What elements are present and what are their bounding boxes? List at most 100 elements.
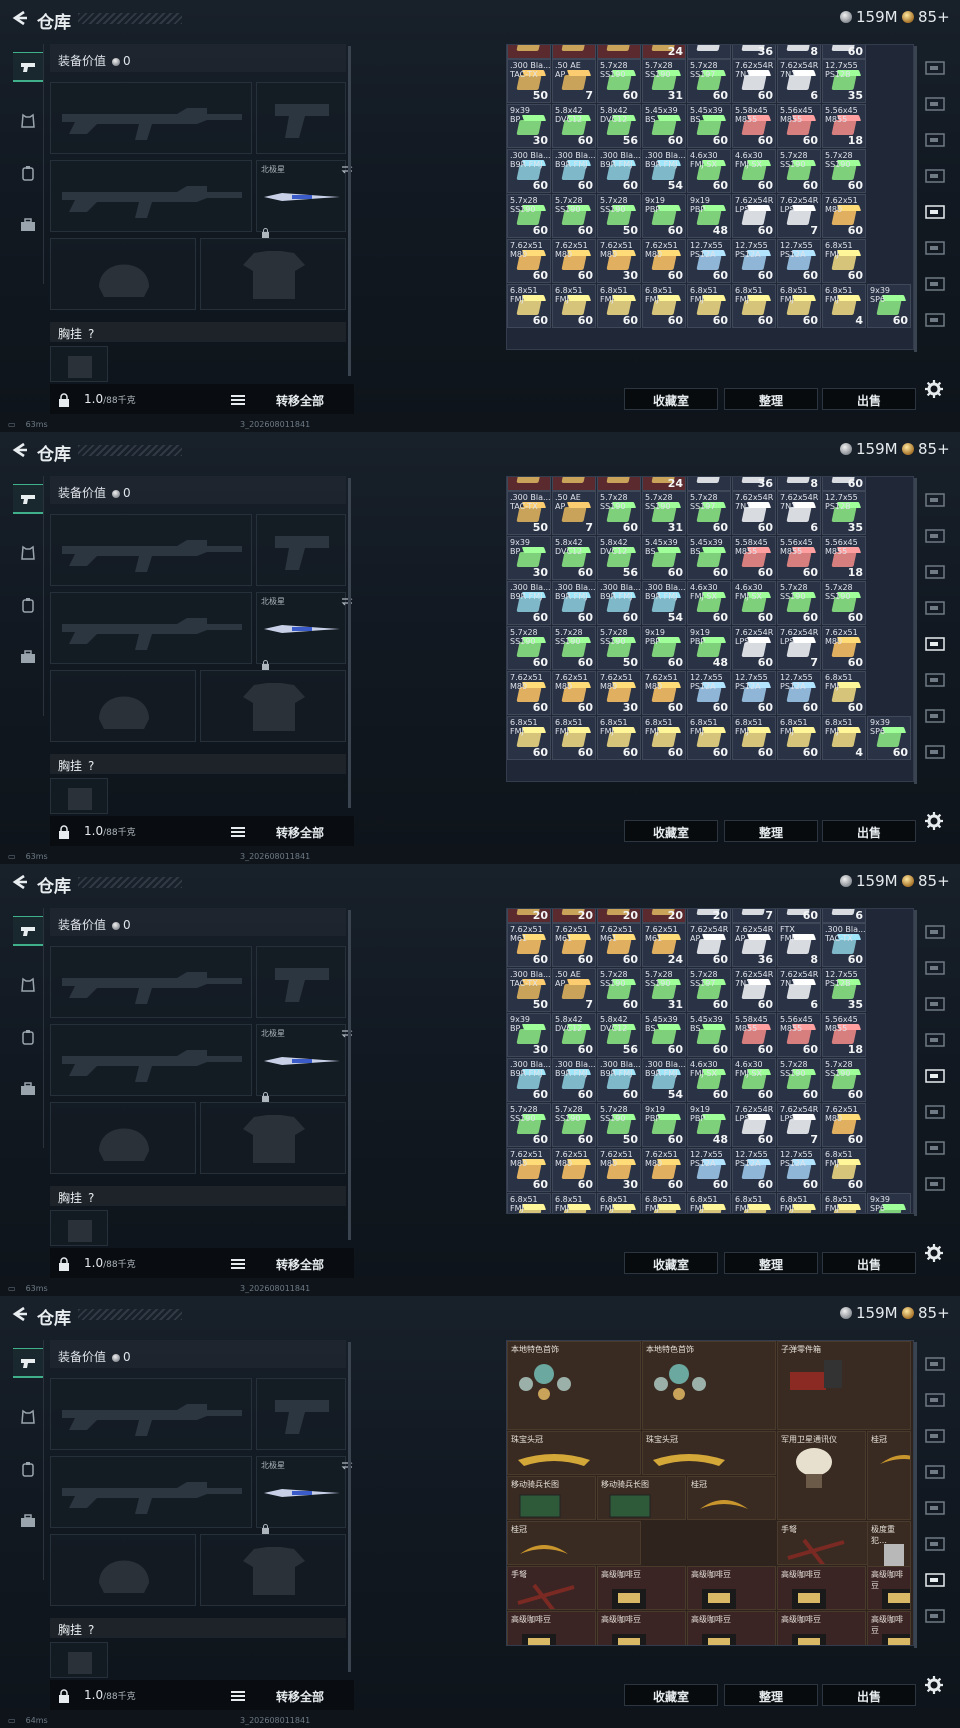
ammo-cell[interactable]: 5.45x39 BS 60 [642, 1013, 686, 1057]
stash-page-tab[interactable] [924, 238, 950, 262]
ammo-cell[interactable]: 8 [777, 45, 821, 59]
ammo-cell[interactable]: 5.56x45 M855 60 [777, 1013, 821, 1057]
nav-pistol[interactable] [13, 52, 43, 82]
ammo-cell[interactable]: 7.62x51 M80 60 [822, 194, 866, 238]
ammo-cell[interactable]: .300 Bla... B9R FMJ 60 [597, 1058, 641, 1102]
ammo-cell[interactable] [552, 45, 596, 59]
armor-slot[interactable] [200, 1102, 346, 1174]
ammo-cell[interactable]: 7.62x54R 7N1 6 [777, 968, 821, 1012]
ammo-cell[interactable]: 7.62x54R LPS 60 [732, 194, 776, 238]
transfer-all-button[interactable]: 转移全部 [276, 392, 324, 409]
ammo-cell[interactable]: 12.7x55 PS12A 60 [687, 1148, 731, 1192]
secondary-weapon-slot[interactable] [50, 160, 252, 232]
help-icon[interactable]: ? [88, 1623, 94, 1637]
helmet-slot[interactable] [50, 670, 196, 742]
loot-item[interactable]: 珠宝头冠 [642, 1431, 776, 1475]
loot-item[interactable]: 高级咖啡豆 [867, 1566, 911, 1610]
sell-button[interactable]: 出售 [822, 388, 916, 410]
armor-slot[interactable] [200, 1534, 346, 1606]
stash-page-tab[interactable] [924, 742, 950, 766]
ammo-cell[interactable]: 60 [822, 477, 866, 491]
ammo-cell[interactable]: 12.7x55 PS12A 60 [777, 239, 821, 283]
chest-rig-slot[interactable] [50, 346, 108, 382]
stash-page-tab[interactable] [924, 958, 950, 982]
ammo-cell[interactable]: 20 [642, 909, 686, 923]
ammo-cell[interactable]: 7.62x54R LPS 7 [777, 626, 821, 670]
ammo-cell[interactable]: 12.7x55 PS12A 60 [732, 1148, 776, 1192]
ammo-cell[interactable]: 7.62x51 M80 60 [822, 1103, 866, 1147]
stash-page-tab[interactable] [924, 562, 950, 586]
ammo-cell[interactable]: 7.62x54R LPS 7 [777, 194, 821, 238]
ammo-cell[interactable]: 5.58x45 M855 60 [732, 104, 776, 148]
loot-item[interactable]: 桂冠 [687, 1476, 776, 1520]
ammo-cell[interactable]: 6.8x51 FMJ 60 [552, 284, 596, 328]
ammo-cell[interactable]: 5.7x28 SS190 60 [552, 194, 596, 238]
ammo-cell[interactable]: 5.7x28 SS190 50 [597, 194, 641, 238]
ammo-cell[interactable]: 6.8x51 FMJ 60 [822, 671, 866, 715]
ammo-cell[interactable]: 5.8x42 DVC12 56 [597, 536, 641, 580]
ammo-cell[interactable]: .300 Bla... TAC-TX 50 [507, 59, 551, 103]
help-icon[interactable]: ? [88, 1191, 94, 1205]
settings-gear-icon[interactable] [925, 1244, 943, 1266]
ammo-cell[interactable]: 12.7x55 PS12A 60 [732, 239, 776, 283]
collection-room-button[interactable]: 收藏室 [624, 820, 718, 842]
ammo-cell[interactable]: 7.62x54R 7N1 6 [777, 59, 821, 103]
stash-scrollbar[interactable] [914, 46, 917, 352]
ammo-cell[interactable]: 12.7x55 PS12B 35 [822, 59, 866, 103]
equipment-scrollbar[interactable] [348, 1342, 351, 1672]
list-icon[interactable] [230, 1256, 246, 1270]
list-icon[interactable] [230, 824, 246, 838]
ammo-cell[interactable]: 5.7x28 SS190 60 [507, 626, 551, 670]
ammo-cell[interactable]: .300 Bla... B9R FMJ 60 [552, 1058, 596, 1102]
loot-item[interactable]: 移动骑兵长图 [597, 1476, 686, 1520]
ammo-cell[interactable]: 9x39 SP660 [867, 716, 911, 760]
ammo-cell[interactable]: 5.7x28 SS190 60 [822, 581, 866, 625]
ammo-cell[interactable]: 12.7x55 PS12A 60 [732, 671, 776, 715]
ammo-cell[interactable]: FTX FMJ 8 [777, 923, 821, 967]
sell-button[interactable]: 出售 [822, 1684, 916, 1706]
ammo-cell[interactable]: 7.62x54R 7N1 60 [732, 491, 776, 535]
ammo-cell[interactable]: 5.56x45 M855 60 [777, 104, 821, 148]
loot-item[interactable]: 高级咖啡豆 [687, 1566, 776, 1610]
ammo-cell[interactable]: 7.62x51 M80 60 [552, 239, 596, 283]
ammo-cell[interactable]: 5.58x45 M855 60 [732, 1013, 776, 1057]
back-icon[interactable] [12, 874, 28, 890]
ammo-cell[interactable]: 5.45x39 BS 60 [687, 536, 731, 580]
loot-item[interactable]: 高级咖啡豆 [867, 1611, 911, 1645]
ammo-cell[interactable]: 7 [732, 909, 776, 923]
secondary-weapon-slot[interactable] [50, 1456, 252, 1528]
loot-item[interactable]: 高级咖啡豆 [597, 1611, 686, 1645]
transfer-all-button[interactable]: 转移全部 [276, 1256, 324, 1273]
stash-page-tab[interactable] [924, 1462, 950, 1486]
ammo-cell[interactable]: 6.8x51 FMJ 60 [732, 284, 776, 328]
ammo-cell[interactable]: 5.7x28 SS190 60 [507, 1103, 551, 1147]
ammo-cell[interactable]: 5.7x28 SS190 31 [642, 491, 686, 535]
stash-page-tab[interactable] [924, 1030, 950, 1054]
ammo-cell[interactable]: 7.62x51 M80 60 [822, 626, 866, 670]
ammo-cell[interactable]: 5.7x28 SS190 60 [777, 581, 821, 625]
ammo-cell[interactable]: 5.56x45 M855 18 [822, 104, 866, 148]
stash-page-tab[interactable] [924, 310, 950, 334]
transfer-all-button[interactable]: 转移全部 [276, 1688, 324, 1705]
ammo-cell[interactable]: .300 Bla... B9R FMJ 60 [507, 149, 551, 193]
ammo-cell[interactable]: 4.6x30 FMJ SX 60 [732, 581, 776, 625]
ammo-cell[interactable]: 9x39 BP 30 [507, 536, 551, 580]
ammo-cell[interactable]: 5.7x28 SS190 60 [777, 149, 821, 193]
stash-page-tab[interactable] [924, 274, 950, 298]
ammo-cell[interactable]: 6.8x51 FMJ 60 [777, 284, 821, 328]
stash-page-tab[interactable] [924, 1102, 950, 1126]
stash-page-tab[interactable] [924, 1354, 950, 1378]
equipment-scrollbar[interactable] [348, 478, 351, 808]
loot-item[interactable]: 高级咖啡豆 [507, 1611, 596, 1645]
ammo-cell[interactable]: 5.45x39 BS 60 [687, 1013, 731, 1057]
pistol-slot[interactable] [256, 82, 346, 154]
list-icon[interactable] [230, 1688, 246, 1702]
ammo-cell[interactable]: 24 [642, 45, 686, 59]
ammo-cell[interactable]: 6.8x51 FMJ 60 [552, 716, 596, 760]
ammo-cell[interactable]: 5.7x28 SS190 60 [822, 149, 866, 193]
ammo-cell[interactable] [597, 477, 641, 491]
ammo-cell[interactable]: 5.7x28 SS190 60 [597, 59, 641, 103]
ammo-cell[interactable]: 7.62x51 M61 60 [597, 923, 641, 967]
loot-item[interactable]: 手弩 [507, 1566, 596, 1610]
ammo-cell[interactable]: 6 [822, 909, 866, 923]
